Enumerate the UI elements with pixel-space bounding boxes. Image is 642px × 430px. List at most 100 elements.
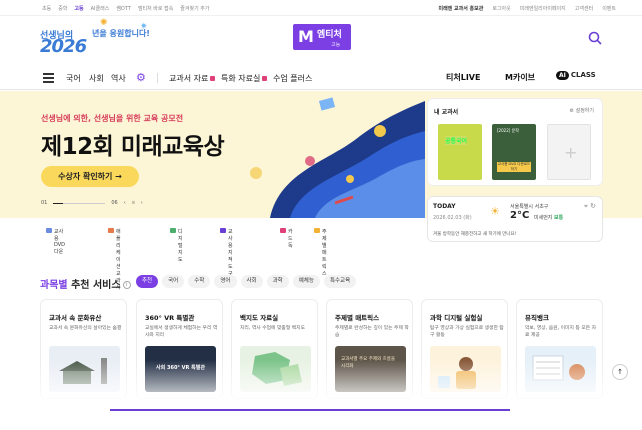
util-direct[interactable]: 엠티처 바로 접속: [138, 5, 173, 12]
my-textbook-title: 내 교과서: [434, 109, 459, 116]
brand-m-icon: M: [298, 27, 314, 46]
my-textbook-card: 내 교과서 ⚙ 설정하기 공통국어 [2022] 문학 교사용 DVD 다운로드…: [427, 98, 603, 186]
textbook-cover[interactable]: [2022] 문학 교사용 DVD 다운로드하기: [492, 124, 536, 180]
pager-pause-icon[interactable]: ॥: [132, 200, 135, 206]
pager-prev-icon[interactable]: ‹: [124, 200, 126, 206]
utility-left: 초등 중학 고등 AI클래스 쌤OTT 엠티처 바로 접속 즐겨찾기 추가: [42, 5, 209, 12]
chip-arts[interactable]: 예체능: [292, 275, 320, 288]
textbook-title: 공통국어: [445, 136, 468, 145]
utility-bar: 초등 중학 고등 AI클래스 쌤OTT 엠티처 바로 접속 즐겨찾기 추가 미래…: [0, 0, 642, 16]
promo-year: 2026: [40, 36, 87, 57]
nav-class-plus[interactable]: 수업 플러스: [273, 73, 312, 84]
banner-pager: 01 06 ‹ ॥ ›: [41, 200, 143, 206]
today-temperature: 2°C: [510, 210, 530, 221]
quick-link-tools[interactable]: 교사용 지적도구: [220, 228, 233, 277]
card-title: 주제별 매트릭스: [335, 314, 380, 322]
dust-value: 보통: [554, 215, 564, 221]
info-icon[interactable]: i: [122, 281, 131, 289]
util-mypage[interactable]: 미래엔일리아이페이지: [520, 5, 566, 12]
today-actions: ⌖ ↻: [584, 202, 596, 211]
nav-teacher-live[interactable]: 티처LIVE: [446, 72, 480, 83]
quick-link-label: 교사용DVD다운: [54, 229, 66, 255]
util-logout[interactable]: 로그아웃: [492, 5, 510, 12]
chip-social[interactable]: 사회: [240, 275, 263, 288]
today-dust: 미세먼지 보통: [534, 214, 563, 221]
refresh-icon[interactable]: ↻: [590, 202, 596, 210]
nav-ai-class-label: CLASS: [570, 71, 596, 79]
nav-special-room-label: 특화 자료실: [221, 74, 261, 83]
nav-special-room[interactable]: 특화 자료실: [221, 73, 268, 84]
promo-logo[interactable]: 선생님의 2026 년을 응원합니다! ✺ ✷: [40, 18, 170, 60]
today-message: 겨울 방학동안 재충전하고 새 학기에 만나요!: [433, 232, 517, 237]
subject-chips: 추천 국어 수학 영어 사회 과학 예체능 특수교육: [136, 275, 357, 288]
location-pin-icon[interactable]: ⌖: [584, 202, 588, 210]
gear-icon: ⚙: [569, 108, 574, 114]
util-promo-hall[interactable]: 미래엔 교과서 홍보관: [438, 5, 483, 12]
scroll-top-icon[interactable]: ↑: [612, 364, 628, 380]
quick-link-matrix[interactable]: 주제별매트릭스: [314, 228, 327, 277]
card-title: 뮤직뱅크: [525, 314, 549, 322]
new-badge: [210, 76, 216, 81]
card-title: 360° VR 특별관: [145, 314, 195, 322]
main-nav: 국어 사회 역사 ⚙ 교과서 자료 특화 자료실 수업 플러스 티처LIVE M…: [0, 66, 642, 90]
util-bookmark[interactable]: 즐겨찾기 추가: [180, 5, 209, 12]
banner-cta-button[interactable]: 수상자 확인하기 →: [41, 166, 139, 187]
quick-links: 교사용DVD다운 애플리케이션교과서 디지털 지도 교사용 지적도구 카드독 주…: [46, 228, 376, 291]
menu-icon[interactable]: [43, 73, 54, 83]
chip-science[interactable]: 과학: [266, 275, 289, 288]
chip-math[interactable]: 수학: [188, 275, 211, 288]
util-ott[interactable]: 쌤OTT: [116, 5, 131, 12]
quick-link-label: 카드독: [288, 229, 293, 249]
util-elementary[interactable]: 초등: [42, 5, 51, 12]
banner-subtitle: 선생님에 의한, 선생님을 위한 교육 공모전: [41, 114, 184, 123]
util-middle[interactable]: 중학: [58, 5, 67, 12]
dvd-download-tag[interactable]: 교사용 DVD 다운로드하기: [497, 162, 531, 172]
chip-special[interactable]: 특수교육: [323, 275, 357, 288]
card-title: 과학 디지털 실험실: [430, 314, 483, 322]
nav-social[interactable]: 사회: [89, 73, 104, 84]
quick-link-dvd[interactable]: 교사용DVD다운: [46, 228, 65, 255]
search-icon[interactable]: [588, 31, 602, 45]
card-desc: 악보, 영상, 음원, 이미지 등 모든 자료 제공: [525, 326, 597, 338]
pager-total: 06: [111, 200, 118, 206]
util-event[interactable]: 이벤트: [602, 5, 616, 12]
quick-link-label: 디지털 지도: [178, 229, 183, 263]
pager-next-icon[interactable]: ›: [141, 200, 143, 206]
util-high[interactable]: 고등: [74, 5, 83, 12]
brand-name: 엠티처: [317, 30, 342, 40]
quick-link-map[interactable]: 디지털 지도: [170, 228, 183, 263]
today-location: 서울특별시 서초구: [510, 204, 549, 210]
add-textbook-button[interactable]: +: [547, 124, 591, 180]
textbook-cover[interactable]: 공통국어: [438, 124, 482, 180]
nav-divider: [157, 73, 158, 83]
nav-korean[interactable]: 국어: [66, 73, 81, 84]
brand-level: 고등: [331, 42, 341, 48]
card-title: 백지도 자료실: [240, 314, 279, 322]
util-support[interactable]: 고객센터: [575, 5, 593, 12]
my-textbook-settings[interactable]: ⚙ 설정하기: [570, 107, 594, 114]
sun-icon: ☀: [490, 205, 500, 218]
settings-label: 설정하기: [575, 108, 594, 114]
promo-line2: 년을 응원합니다!: [92, 29, 150, 38]
card-desc: 교실에서 생생하게 체험하는 우리 역사와 지리: [145, 326, 218, 338]
nav-mkive[interactable]: M카이브: [505, 72, 535, 83]
chip-korean[interactable]: 국어: [162, 275, 185, 288]
nav-textbook-materials[interactable]: 교과서 자료: [169, 73, 216, 84]
quick-link-label: 교사용 지적도구: [228, 229, 233, 277]
brand-logo[interactable]: M 엠티처 고등: [293, 24, 351, 50]
plus-icon: +: [564, 143, 578, 162]
chip-english[interactable]: 영어: [214, 275, 237, 288]
util-ai-class[interactable]: AI클래스: [91, 5, 110, 12]
nav-ai-class[interactable]: AI CLASS: [556, 71, 596, 80]
card-title: 교과서 속 문화유산: [49, 314, 102, 322]
quick-link-app[interactable]: 애플리케이션교과서: [108, 228, 121, 291]
utility-right: 미래엔 교과서 홍보관 로그아웃 미래엔일리아이페이지 고객센터 이벤트: [438, 5, 616, 12]
chip-recommend[interactable]: 추천: [136, 275, 159, 288]
nav-history[interactable]: 역사: [111, 73, 126, 84]
new-badge: [262, 76, 268, 81]
quick-link-carddock[interactable]: 카드독: [280, 228, 293, 249]
today-card: TODAY 2026.02.03 (화) ☀ 서울특별시 서초구 2°C 미세먼…: [427, 196, 603, 242]
banner-title: 제12회 미래교육상: [41, 134, 225, 160]
gear-icon[interactable]: ⚙: [136, 71, 146, 84]
quick-link-label: 주제별매트릭스: [322, 229, 327, 277]
